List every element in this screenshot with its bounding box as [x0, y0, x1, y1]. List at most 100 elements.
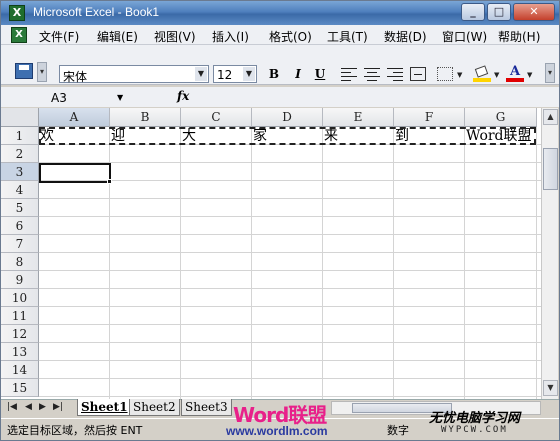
- fill-color-icon[interactable]: [473, 65, 491, 82]
- prev-sheet-icon[interactable]: ◀: [25, 402, 32, 412]
- insert-function-icon[interactable]: fx: [177, 89, 189, 103]
- menu-bar: X 文件(F) 编辑(E) 视图(V) 插入(I) 格式(O) 工具(T) 数据…: [1, 25, 559, 45]
- align-left-icon[interactable]: [341, 67, 357, 81]
- borders-icon[interactable]: [437, 67, 453, 81]
- gridline: [39, 360, 541, 361]
- scroll-up-icon[interactable]: ▲: [543, 109, 558, 125]
- gridline: [322, 127, 323, 399]
- row-header-3[interactable]: 3: [1, 163, 39, 181]
- column-header-a[interactable]: A: [39, 108, 110, 127]
- column-header-f[interactable]: F: [394, 108, 465, 127]
- fill-handle[interactable]: [107, 179, 112, 184]
- watermark-site-url: WYPCW.COM: [441, 425, 508, 435]
- gridline: [251, 127, 252, 399]
- next-sheet-icon[interactable]: ▶: [39, 402, 46, 412]
- watermark-url: www.wordlm.com: [226, 424, 328, 438]
- menu-help[interactable]: 帮助(H): [498, 28, 540, 45]
- row-header-5[interactable]: 5: [1, 199, 39, 217]
- bold-button[interactable]: B: [265, 66, 283, 82]
- watermark-site-name: 无忧电脑学习网: [429, 411, 521, 426]
- gridline: [39, 378, 541, 379]
- column-header-e[interactable]: E: [323, 108, 394, 127]
- gridline: [39, 234, 541, 235]
- excel-app-icon[interactable]: X: [9, 5, 25, 21]
- column-header-g[interactable]: G: [465, 108, 537, 127]
- gridline: [39, 252, 541, 253]
- menu-tools[interactable]: 工具(T): [327, 28, 368, 45]
- menu-edit[interactable]: 编辑(E): [97, 28, 138, 45]
- menu-window[interactable]: 窗口(W): [442, 28, 487, 45]
- vertical-scrollbar[interactable]: ▲ ▼: [541, 108, 558, 399]
- row-header-11[interactable]: 11: [1, 307, 39, 325]
- align-right-icon[interactable]: [387, 67, 403, 81]
- merge-center-icon[interactable]: [410, 67, 426, 81]
- title-bar[interactable]: X Microsoft Excel - Book1 _ □ ✕: [1, 1, 559, 25]
- row-header-15[interactable]: 15: [1, 379, 39, 397]
- row-header-8[interactable]: 8: [1, 253, 39, 271]
- close-button[interactable]: ✕: [513, 3, 555, 21]
- font-color-letter: A: [509, 64, 521, 79]
- row-header-12[interactable]: 12: [1, 325, 39, 343]
- gridline: [39, 216, 541, 217]
- gridline: [464, 127, 465, 399]
- sheet-tab-2[interactable]: Sheet2: [129, 399, 180, 416]
- column-header-d[interactable]: D: [252, 108, 323, 127]
- menu-file[interactable]: 文件(F): [39, 28, 79, 45]
- row-header-10[interactable]: 10: [1, 289, 39, 307]
- gridline: [39, 342, 541, 343]
- chevron-down-icon[interactable]: ▼: [494, 71, 499, 79]
- chevron-down-icon[interactable]: ▼: [527, 71, 532, 79]
- document-icon[interactable]: X: [11, 27, 27, 43]
- row-header-6[interactable]: 6: [1, 217, 39, 235]
- status-message: 选定目标区域，然后按 ENT: [7, 424, 143, 437]
- minimize-button[interactable]: _: [461, 3, 485, 21]
- save-icon[interactable]: [15, 63, 33, 79]
- menu-view[interactable]: 视图(V): [154, 28, 196, 45]
- sheet-tab-3[interactable]: Sheet3: [181, 399, 232, 416]
- window-title: Microsoft Excel - Book1: [33, 5, 160, 19]
- scroll-down-icon[interactable]: ▼: [543, 380, 558, 396]
- row-header-4[interactable]: 4: [1, 181, 39, 199]
- row-header-13[interactable]: 13: [1, 343, 39, 361]
- toolbar-options-icon[interactable]: ▾: [37, 62, 47, 82]
- font-name-combo[interactable]: 宋体 ▼: [59, 65, 209, 84]
- gridline: [39, 306, 541, 307]
- font-name-value: 宋体: [63, 70, 88, 84]
- column-header-b[interactable]: B: [110, 108, 181, 127]
- font-size-combo[interactable]: 12 ▼: [213, 65, 257, 83]
- row-header-7[interactable]: 7: [1, 235, 39, 253]
- worksheet-grid[interactable]: A B C D E F G 1 2 3 4 5 6 7 8 9 10 11 12 13 14 15 欢迎大家来到 Word联盟: [1, 108, 541, 399]
- row-header-1[interactable]: 1: [1, 127, 39, 145]
- select-all-corner[interactable]: [1, 108, 39, 127]
- vertical-scroll-thumb[interactable]: [543, 148, 558, 190]
- copy-marquee: [39, 127, 536, 145]
- first-sheet-icon[interactable]: |◀: [7, 402, 17, 412]
- font-color-icon[interactable]: A: [506, 65, 524, 82]
- gridline: [39, 198, 541, 199]
- gridline: [393, 127, 394, 399]
- chevron-down-icon[interactable]: ▼: [243, 67, 255, 81]
- name-box[interactable]: A3 ▼: [41, 90, 131, 106]
- gridline: [536, 127, 537, 399]
- underline-button[interactable]: U: [311, 66, 329, 82]
- toolbar-options-icon[interactable]: ▾: [545, 63, 555, 83]
- active-cell[interactable]: [39, 163, 111, 183]
- menu-format[interactable]: 格式(O): [269, 28, 312, 45]
- row-header-9[interactable]: 9: [1, 271, 39, 289]
- row-header-14[interactable]: 14: [1, 361, 39, 379]
- last-sheet-icon[interactable]: ▶|: [53, 402, 63, 412]
- menu-data[interactable]: 数据(D): [384, 28, 427, 45]
- excel-window: X Microsoft Excel - Book1 _ □ ✕ X 文件(F) …: [0, 0, 560, 441]
- italic-button[interactable]: I: [289, 66, 307, 82]
- gridline: [39, 270, 541, 271]
- align-center-icon[interactable]: [364, 67, 380, 81]
- chevron-down-icon[interactable]: ▼: [117, 93, 123, 102]
- maximize-button[interactable]: □: [487, 3, 511, 21]
- chevron-down-icon[interactable]: ▼: [457, 71, 462, 79]
- name-box-value: A3: [51, 91, 67, 105]
- row-header-2[interactable]: 2: [1, 145, 39, 163]
- chevron-down-icon[interactable]: ▼: [195, 67, 207, 81]
- menu-insert[interactable]: 插入(I): [212, 28, 249, 45]
- sheet-tab-1[interactable]: Sheet1: [77, 399, 132, 416]
- column-header-c[interactable]: C: [181, 108, 252, 127]
